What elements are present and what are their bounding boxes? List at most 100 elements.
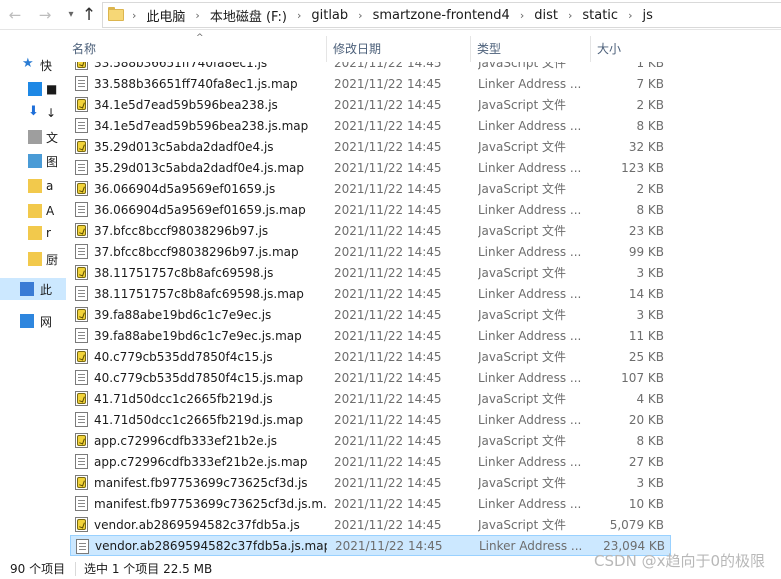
breadcrumb-item[interactable]: 本地磁盘 (F:): [207, 6, 290, 25]
file-type: Linker Address ...: [478, 412, 582, 427]
file-size: 27 KB: [628, 454, 664, 469]
nav-item-label: a: [46, 179, 54, 193]
nav-item-9[interactable]: 此: [0, 278, 66, 300]
file-date: 2021/11/22 14:45: [334, 97, 442, 112]
breadcrumb-separator-icon[interactable]: ›: [351, 9, 369, 22]
column-header-name[interactable]: ^ 名称: [66, 33, 327, 62]
back-arrow-icon[interactable]: ←: [4, 4, 26, 26]
breadcrumb-separator-icon[interactable]: ›: [621, 9, 639, 22]
file-size: 8 KB: [636, 433, 664, 448]
breadcrumb-item[interactable]: smartzone-frontend4: [370, 8, 513, 23]
breadcrumb-item[interactable]: js: [639, 8, 655, 23]
file-row[interactable]: 38.11751757c8b8afc69598.js 2021/11/22 14:…: [70, 262, 671, 283]
nav-item-0[interactable]: ★ 快: [0, 54, 66, 76]
file-row[interactable]: app.c72996cdfb333ef21b2e.js 2021/11/22 14…: [70, 430, 671, 451]
file-size: 123 KB: [621, 160, 664, 175]
nav-item-10[interactable]: 网: [0, 310, 66, 332]
file-row[interactable]: app.c72996cdfb333ef21b2e.js.map 2021/11/2…: [70, 451, 671, 472]
file-date: 2021/11/22 14:45: [334, 412, 442, 427]
map-file-icon: [75, 244, 88, 259]
file-row[interactable]: 34.1e5d7ead59b596bea238.js 2021/11/22 14:…: [70, 94, 671, 115]
breadcrumb-separator-icon[interactable]: ›: [513, 9, 531, 22]
breadcrumb-separator-icon[interactable]: ›: [125, 9, 143, 22]
file-row[interactable]: 37.bfcc8bccf98038296b97.js 2021/11/22 14:…: [70, 220, 671, 241]
breadcrumb-separator-icon[interactable]: ›: [188, 9, 206, 22]
javascript-file-icon: [75, 181, 88, 196]
file-row[interactable]: 41.71d50dcc1c2665fb219d.js.map 2021/11/22…: [70, 409, 671, 430]
column-header-type[interactable]: 类型: [471, 36, 591, 62]
nav-item-7[interactable]: r: [0, 222, 66, 244]
file-row[interactable]: vendor.ab2869594582c37fdb5a.js.map 2021/1…: [70, 535, 671, 556]
map-file-icon: [76, 539, 89, 554]
nav-item-6[interactable]: A: [0, 200, 66, 222]
map-file-icon: [75, 160, 88, 175]
file-size: 20 KB: [628, 412, 664, 427]
column-header-size-label: 大小: [597, 42, 622, 56]
file-row[interactable]: manifest.fb97753699c73625cf3d.js 2021/11/…: [70, 472, 671, 493]
file-row[interactable]: 38.11751757c8b8afc69598.js.map 2021/11/22…: [70, 283, 671, 304]
breadcrumb-separator-icon[interactable]: ›: [561, 9, 579, 22]
file-row[interactable]: 35.29d013c5abda2dadf0e4.js 2021/11/22 14:…: [70, 136, 671, 157]
breadcrumb-item[interactable]: dist: [531, 8, 561, 23]
file-row[interactable]: 39.fa88abe19bd6c1c7e9ec.js 2021/11/22 14:…: [70, 304, 671, 325]
file-type: JavaScript 文件: [478, 518, 566, 532]
nav-item-label: r: [46, 226, 51, 240]
javascript-file-icon: [75, 307, 88, 322]
nav-item-label: 图: [46, 154, 59, 169]
forward-arrow-icon[interactable]: →: [34, 4, 56, 26]
star-icon: ★: [22, 56, 34, 71]
file-type: JavaScript 文件: [478, 308, 566, 322]
file-size: 3 KB: [636, 265, 664, 280]
column-header-date[interactable]: 修改日期: [327, 36, 471, 62]
javascript-file-icon: [75, 62, 88, 70]
breadcrumb-separator-icon[interactable]: ›: [290, 9, 308, 22]
breadcrumb-item[interactable]: static: [579, 8, 621, 23]
breadcrumb[interactable]: › 此电脑 › 本地磁盘 (F:) › gitlab › smartzone-frontend…: [102, 2, 781, 28]
nav-item-5[interactable]: a: [0, 175, 66, 197]
file-row[interactable]: 35.29d013c5abda2dadf0e4.js.map 2021/11/22…: [70, 157, 671, 178]
breadcrumb-item[interactable]: gitlab: [308, 8, 351, 23]
file-row[interactable]: 40.c779cb535dd7850f4c15.js 2021/11/22 14:…: [70, 346, 671, 367]
file-size: 25 KB: [628, 349, 664, 364]
file-date: 2021/11/22 14:45: [334, 454, 442, 469]
download-icon: ⬇: [28, 104, 39, 119]
file-size: 14 KB: [628, 286, 664, 301]
file-type: JavaScript 文件: [478, 434, 566, 448]
nav-item-8[interactable]: 厨: [0, 248, 66, 270]
file-row[interactable]: 36.066904d5a9569ef01659.js 2021/11/22 14:…: [70, 178, 671, 199]
file-row[interactable]: 39.fa88abe19bd6c1c7e9ec.js.map 2021/11/22…: [70, 325, 671, 346]
file-size: 32 KB: [628, 139, 664, 154]
javascript-file-icon: [75, 265, 88, 280]
nav-item-2[interactable]: ⬇ ↓: [0, 102, 66, 124]
file-size: 1 KB: [636, 62, 664, 70]
file-type: Linker Address ...: [478, 370, 582, 385]
file-type: Linker Address ...: [478, 244, 582, 259]
file-name: manifest.fb97753699c73625cf3d.js.m...: [94, 496, 326, 511]
map-file-icon: [75, 496, 88, 511]
file-row[interactable]: 33.588b36651ff740fa8ec1.js 2021/11/22 14:…: [70, 62, 671, 73]
nav-item-1[interactable]: ■: [0, 78, 66, 100]
column-header-size[interactable]: 大小: [591, 36, 671, 62]
file-date: 2021/11/22 14:45: [334, 139, 442, 154]
file-size: 10 KB: [628, 496, 664, 511]
nav-item-3[interactable]: 文: [0, 126, 66, 148]
file-row[interactable]: 40.c779cb535dd7850f4c15.js.map 2021/11/22…: [70, 367, 671, 388]
file-name: 36.066904d5a9569ef01659.js.map: [94, 202, 306, 217]
file-row[interactable]: vendor.ab2869594582c37fdb5a.js 2021/11/22…: [70, 514, 671, 535]
navigation-pane: ★ 快 ■ ⬇ ↓ 文图 a Ar 厨此网: [0, 30, 66, 556]
file-name: 41.71d50dcc1c2665fb219d.js: [94, 391, 273, 406]
file-date: 2021/11/22 14:45: [334, 349, 442, 364]
nav-item-4[interactable]: 图: [0, 150, 66, 172]
file-row[interactable]: 36.066904d5a9569ef01659.js.map 2021/11/22…: [70, 199, 671, 220]
breadcrumb-item[interactable]: 此电脑: [143, 6, 188, 25]
file-row[interactable]: manifest.fb97753699c73625cf3d.js.m... 202…: [70, 493, 671, 514]
file-row[interactable]: 34.1e5d7ead59b596bea238.js.map 2021/11/22…: [70, 115, 671, 136]
file-row[interactable]: 41.71d50dcc1c2665fb219d.js 2021/11/22 14:…: [70, 388, 671, 409]
file-list[interactable]: 33.588b36651ff740fa8ec1.js 2021/11/22 14:…: [70, 62, 671, 556]
javascript-file-icon: [75, 97, 88, 112]
file-type: JavaScript 文件: [478, 266, 566, 280]
file-row[interactable]: 33.588b36651ff740fa8ec1.js.map 2021/11/22…: [70, 73, 671, 94]
folder-icon: [28, 226, 42, 240]
up-arrow-icon[interactable]: ↑: [78, 4, 100, 26]
file-row[interactable]: 37.bfcc8bccf98038296b97.js.map 2021/11/22…: [70, 241, 671, 262]
